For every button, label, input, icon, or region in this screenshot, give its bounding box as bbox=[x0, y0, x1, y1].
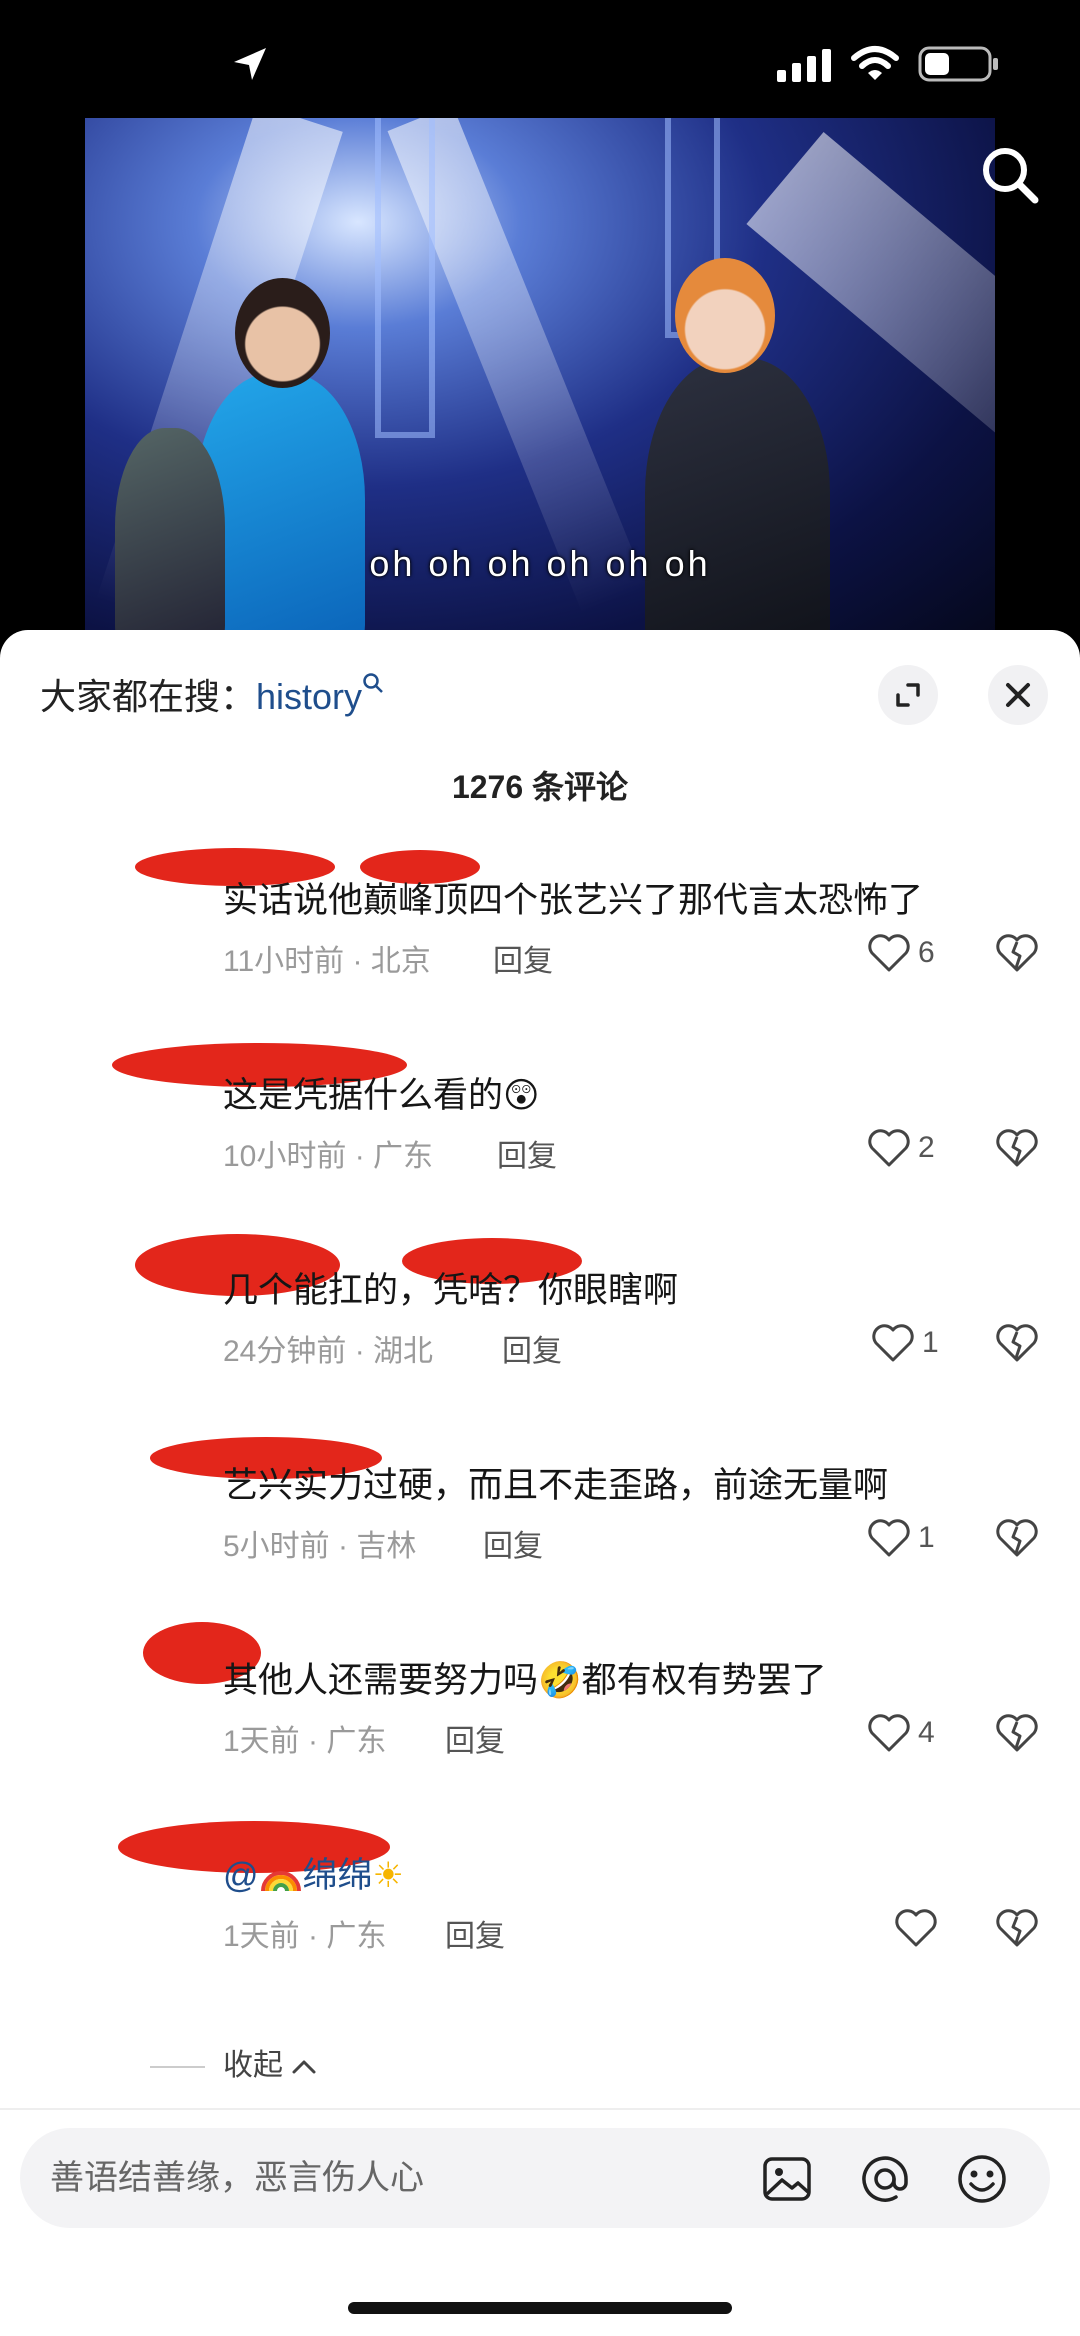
performer-right-head bbox=[675, 258, 775, 373]
comment-meta: 11小时前 · 北京 bbox=[223, 945, 431, 978]
heart-icon[interactable] bbox=[870, 1320, 916, 1366]
battery-icon bbox=[918, 46, 998, 82]
expand-icon bbox=[896, 683, 920, 707]
performer-right bbox=[645, 358, 830, 638]
reply-button[interactable]: 回复 bbox=[445, 1911, 505, 1955]
video-player[interactable]: oh oh oh oh oh oh bbox=[85, 118, 995, 638]
location-arrow-icon bbox=[234, 48, 266, 80]
comment-count: 1276 条评论 bbox=[451, 769, 629, 805]
image-icon[interactable] bbox=[760, 2152, 814, 2206]
heart-icon[interactable] bbox=[866, 1710, 912, 1756]
comment-text-body: 都有权有势罢了 bbox=[581, 1661, 827, 1700]
trending-search-prefix: 大家都在搜： bbox=[40, 676, 257, 717]
comment-text: 艺兴实力过硬，而且不走歪路，前途无量啊 bbox=[223, 1466, 889, 1505]
comment-item: 这是凭据什么看的😲 10小时前 · 广东 回复 2 bbox=[0, 1025, 1080, 1220]
chevron-up-icon bbox=[292, 2060, 316, 2074]
comment-meta: 1天前 · 广东 bbox=[223, 1725, 387, 1758]
broken-heart-icon[interactable] bbox=[995, 1710, 1039, 1756]
comment-item: @ 绵绵☀ 1天前 · 广东 回复 bbox=[0, 1805, 1080, 2000]
comment-item: 几个能扛的，凭啥？你眼瞎啊 24分钟前 · 湖北 回复 1 bbox=[0, 1220, 1080, 1415]
collapse-replies-button[interactable]: 收起 bbox=[150, 2040, 317, 2084]
performer-left-head bbox=[235, 278, 330, 388]
input-divider bbox=[0, 2108, 1080, 2110]
heart-icon[interactable] bbox=[866, 1515, 912, 1561]
comment-sheet: 大家都在搜：history 1276 条评论 实话说他巅峰顶四个张艺兴了那代言太… bbox=[0, 630, 1080, 2336]
reply-button[interactable]: 回复 bbox=[445, 1716, 505, 1760]
comment-text: 这是凭据什么看的😲 bbox=[223, 1067, 540, 1118]
search-small-icon bbox=[363, 673, 383, 693]
comment-text: 几个能扛的，凭啥？你眼瞎啊 bbox=[223, 1271, 679, 1310]
close-button[interactable] bbox=[988, 665, 1048, 725]
heart-icon[interactable] bbox=[866, 930, 912, 976]
comment-input[interactable] bbox=[50, 2152, 730, 2204]
comment-meta: 1天前 · 广东 bbox=[223, 1920, 387, 1953]
reply-button[interactable]: 回复 bbox=[483, 1521, 543, 1565]
comment-text-body: 其他人还需要努力吗 bbox=[223, 1661, 539, 1700]
shocked-emoji-icon: 😲 bbox=[503, 1076, 540, 1115]
heart-icon[interactable] bbox=[866, 1125, 912, 1171]
like-count: 6 bbox=[918, 936, 935, 969]
broken-heart-icon[interactable] bbox=[995, 930, 1039, 976]
video-subtitle: oh oh oh oh oh oh bbox=[369, 543, 711, 584]
close-icon bbox=[1006, 683, 1030, 707]
broken-heart-icon[interactable] bbox=[995, 1320, 1039, 1366]
performer-back bbox=[115, 428, 225, 638]
trending-search[interactable]: 大家都在搜：history bbox=[40, 668, 384, 720]
comment-meta: 10小时前 · 广东 bbox=[223, 1140, 434, 1173]
broken-heart-icon[interactable] bbox=[995, 1125, 1039, 1171]
like-count: 1 bbox=[918, 1521, 935, 1554]
rainbow-emoji-icon bbox=[260, 1870, 301, 1892]
comment-item: 艺兴实力过硬，而且不走歪路，前途无量啊 5小时前 · 吉林 回复 1 bbox=[0, 1415, 1080, 1610]
trending-search-keyword[interactable]: history bbox=[256, 676, 362, 717]
like-count: 2 bbox=[918, 1131, 935, 1164]
heart-icon[interactable] bbox=[893, 1905, 939, 1951]
at-icon[interactable] bbox=[858, 2152, 912, 2206]
emoji-icon[interactable] bbox=[955, 2152, 1009, 2206]
collapse-label: 收起 bbox=[223, 2049, 283, 2082]
home-indicator[interactable] bbox=[348, 2302, 732, 2314]
expand-button[interactable] bbox=[878, 665, 938, 725]
like-count: 4 bbox=[918, 1716, 935, 1749]
sun-emoji-icon: ☀ bbox=[372, 1856, 404, 1895]
comment-meta: 5小时前 · 吉林 bbox=[223, 1530, 417, 1563]
reply-button[interactable]: 回复 bbox=[493, 936, 553, 980]
status-bar bbox=[0, 0, 1080, 120]
comment-text-body: 这是凭据什么看的 bbox=[223, 1076, 504, 1115]
comment-item: 实话说他巅峰顶四个张艺兴了那代言太恐怖了 11小时前 · 北京 回复 6 bbox=[0, 830, 1080, 1025]
broken-heart-icon[interactable] bbox=[995, 1515, 1039, 1561]
mention-name[interactable]: 绵绵 bbox=[303, 1856, 373, 1895]
wifi-icon bbox=[851, 46, 899, 80]
comment-text: 其他人还需要努力吗🤣都有权有势罢了 bbox=[223, 1652, 827, 1703]
comment-input-bar bbox=[20, 2128, 1050, 2228]
signal-icon bbox=[777, 49, 831, 82]
laughing-emoji-icon: 🤣 bbox=[538, 1661, 582, 1700]
comment-text: @ 绵绵☀ bbox=[223, 1847, 404, 1898]
comment-meta: 24分钟前 · 湖北 bbox=[223, 1335, 434, 1368]
mention-at[interactable]: @ bbox=[223, 1856, 259, 1895]
comment-item: 其他人还需要努力吗🤣都有权有势罢了 1天前 · 广东 回复 4 bbox=[0, 1610, 1080, 1805]
like-count: 1 bbox=[922, 1326, 939, 1359]
divider-line bbox=[150, 2066, 205, 2069]
search-icon[interactable] bbox=[975, 140, 1045, 210]
reply-button[interactable]: 回复 bbox=[497, 1131, 557, 1175]
reply-button[interactable]: 回复 bbox=[502, 1326, 562, 1370]
stage-truss bbox=[375, 118, 435, 438]
comment-text: 实话说他巅峰顶四个张艺兴了那代言太恐怖了 bbox=[223, 881, 924, 920]
broken-heart-icon[interactable] bbox=[995, 1905, 1039, 1951]
